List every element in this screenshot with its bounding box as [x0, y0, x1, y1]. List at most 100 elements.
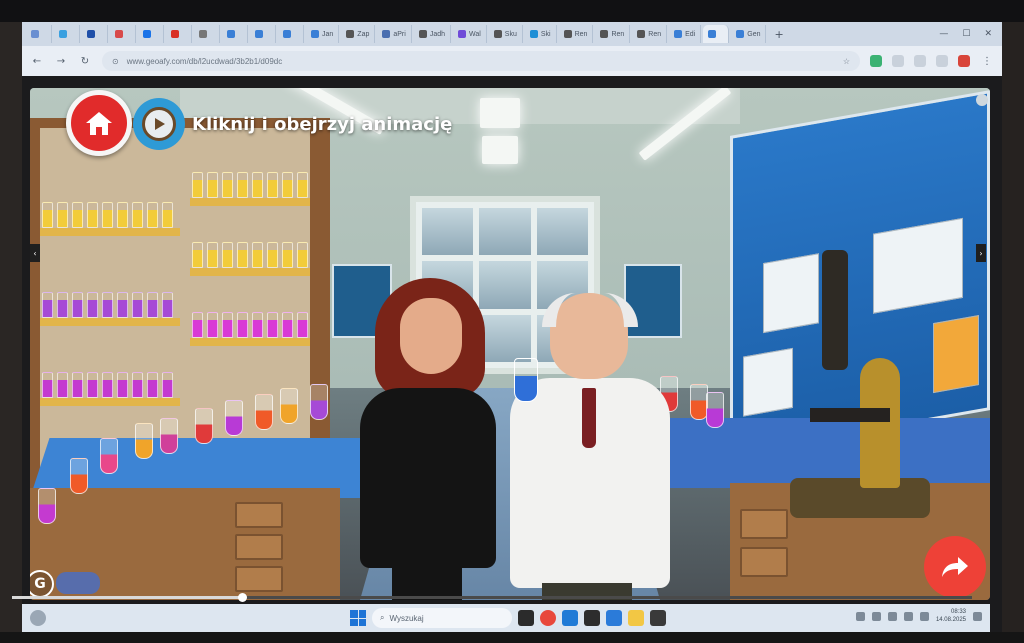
- browser-tab[interactable]: [26, 25, 52, 43]
- animation-progress-bar[interactable]: [12, 593, 972, 602]
- bottle: [252, 312, 263, 338]
- bottle: [192, 312, 203, 338]
- progress-thumb[interactable]: [238, 593, 248, 602]
- browser-tab[interactable]: [82, 25, 108, 43]
- teacher-character: [360, 388, 496, 568]
- tab-favicon-icon: [227, 30, 235, 38]
- file-explorer-icon[interactable]: [628, 610, 644, 626]
- chrome-icon[interactable]: [540, 610, 556, 626]
- browser-tab[interactable]: [250, 25, 276, 43]
- bottle: [252, 172, 263, 198]
- browser-tab[interactable]: [703, 25, 730, 43]
- terminal-icon[interactable]: [650, 610, 666, 626]
- weather-widget-icon[interactable]: [30, 610, 46, 626]
- site-info-icon[interactable]: ⊙: [112, 57, 119, 66]
- volume-icon[interactable]: [903, 611, 913, 621]
- browser-tab[interactable]: Jadh: [414, 25, 451, 43]
- tab-favicon-icon: [255, 30, 263, 38]
- browser-tab[interactable]: Zap: [341, 25, 376, 43]
- bottle: [72, 372, 83, 398]
- browser-tab[interactable]: Ren: [595, 25, 631, 43]
- clock-date: 14.08.2025: [935, 617, 966, 623]
- profile-avatar[interactable]: [958, 55, 970, 67]
- tab-favicon-icon: [563, 30, 572, 38]
- address-bar[interactable]: ⊙ www.geoafy.com/db/l2ucdwad/3b2b1/d09dc…: [102, 51, 860, 71]
- held-flask: [514, 358, 538, 402]
- back-icon[interactable]: ←: [30, 54, 44, 68]
- browser-tab[interactable]: [194, 25, 220, 43]
- browser-tab[interactable]: [166, 25, 192, 43]
- browser-tab[interactable]: [54, 25, 80, 43]
- browser-tab[interactable]: Jan: [306, 25, 340, 43]
- bottle: [237, 242, 248, 268]
- browser-tab[interactable]: Ren: [559, 25, 594, 43]
- bottle: [132, 372, 143, 398]
- tab-favicon-icon: [143, 30, 151, 38]
- home-button[interactable]: [66, 90, 132, 156]
- menu-kebab-icon[interactable]: ⋮: [980, 54, 994, 68]
- new-tab-button[interactable]: +: [768, 28, 789, 41]
- forward-icon[interactable]: →: [54, 54, 68, 68]
- start-button[interactable]: [350, 610, 366, 626]
- flask: [135, 423, 153, 459]
- browser-tab[interactable]: Gen: [731, 25, 767, 43]
- prev-slide-arrow[interactable]: ‹: [30, 244, 40, 262]
- search-icon: ⌕: [380, 613, 385, 622]
- system-tray: 08:33 14.08.2025: [855, 608, 982, 624]
- bookmark-star-icon[interactable]: ☆: [843, 57, 850, 66]
- fullscreen-icon[interactable]: [976, 94, 988, 106]
- flask: [160, 418, 178, 454]
- shelf-board: [40, 318, 180, 326]
- reload-icon[interactable]: ↻: [78, 54, 92, 68]
- clock[interactable]: 08:33 14.08.2025: [936, 608, 966, 624]
- tab-label: Sku: [504, 30, 517, 38]
- bottle: [237, 172, 248, 198]
- reading-list-icon[interactable]: [936, 55, 948, 67]
- battery-icon[interactable]: [919, 611, 929, 621]
- bottle: [207, 242, 218, 268]
- flask: [38, 488, 56, 524]
- onedrive-icon[interactable]: [871, 611, 881, 621]
- chevron-up-icon[interactable]: [855, 611, 865, 621]
- window-controls: — ☐ ✕: [939, 29, 1002, 39]
- edge-icon[interactable]: [606, 610, 622, 626]
- outlook-icon[interactable]: [562, 610, 578, 626]
- extensions-puzzle-icon[interactable]: [892, 55, 904, 67]
- browser-tab[interactable]: [110, 25, 136, 43]
- browser-tab[interactable]: [222, 25, 248, 43]
- tab-list: Jan Zap aPri Jadh Wal Sku Ski Ren Ren Ren Edi Gen: [26, 25, 767, 43]
- play-animation-button[interactable]: [133, 98, 185, 150]
- close-icon[interactable]: ✕: [984, 29, 992, 39]
- browser-tab[interactable]: [278, 25, 304, 43]
- app-icon[interactable]: [584, 610, 600, 626]
- browser-tab[interactable]: Sku: [489, 25, 523, 43]
- extension-icon[interactable]: [870, 55, 882, 67]
- share-arrow-icon: [942, 557, 968, 577]
- browser-tab[interactable]: [138, 25, 164, 43]
- bottle: [42, 202, 53, 228]
- browser-tab[interactable]: aPri: [377, 25, 412, 43]
- sidebar-icon[interactable]: [914, 55, 926, 67]
- maximize-icon[interactable]: ☐: [962, 29, 970, 39]
- next-button[interactable]: [924, 536, 986, 598]
- browser-tab[interactable]: Ski: [525, 25, 557, 43]
- tab-label: Edi: [685, 30, 696, 38]
- bottle: [162, 292, 173, 318]
- bottle: [132, 292, 143, 318]
- notifications-icon[interactable]: [973, 611, 982, 621]
- browser-tab[interactable]: Wal: [453, 25, 487, 43]
- animation-viewport[interactable]: Kliknij i obejrzyj animację G: [30, 88, 990, 600]
- tab-favicon-icon: [283, 30, 291, 38]
- tab-favicon-icon: [199, 30, 207, 38]
- bottle: [87, 372, 98, 398]
- browser-tab[interactable]: Edi: [669, 25, 702, 43]
- teacher-face: [400, 298, 462, 374]
- browser-tab[interactable]: Ren: [632, 25, 668, 43]
- task-view-icon[interactable]: [518, 610, 534, 626]
- scientist-tie: [582, 388, 596, 448]
- bottle: [42, 292, 53, 318]
- taskbar-search[interactable]: ⌕ Wyszukaj: [372, 608, 512, 628]
- next-slide-arrow[interactable]: ›: [976, 244, 986, 262]
- wifi-icon[interactable]: [887, 611, 897, 621]
- minimize-icon[interactable]: —: [939, 29, 948, 39]
